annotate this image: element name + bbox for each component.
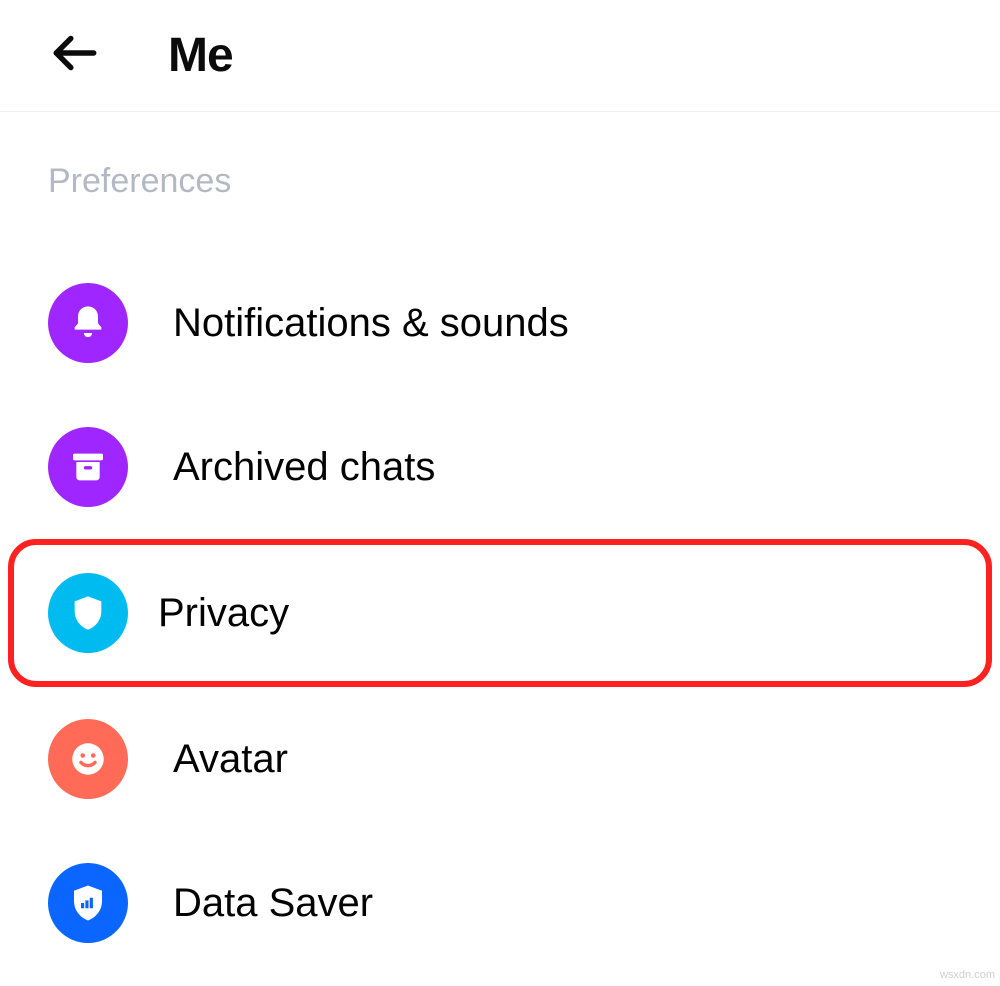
item-label: Privacy: [158, 591, 289, 636]
back-arrow-icon: [50, 28, 100, 83]
preferences-section: Preferences Notifications & sounds Archi…: [0, 112, 1000, 975]
page-title: Me: [168, 28, 233, 83]
shield-icon: [48, 573, 128, 653]
archive-icon: [48, 427, 128, 507]
list-item-notifications[interactable]: Notifications & sounds: [0, 251, 1000, 395]
preferences-list: Notifications & sounds Archived chats Pr…: [0, 251, 1000, 975]
header: Me: [0, 0, 1000, 112]
list-item-data-saver[interactable]: Data Saver: [0, 831, 1000, 975]
avatar-icon: [48, 719, 128, 799]
item-label: Notifications & sounds: [173, 301, 569, 346]
watermark: wsxdn.com: [940, 969, 995, 981]
list-item-avatar[interactable]: Avatar: [0, 687, 1000, 831]
item-label: Data Saver: [173, 881, 373, 926]
data-saver-icon: [48, 863, 128, 943]
section-label: Preferences: [48, 162, 952, 201]
list-item-privacy[interactable]: Privacy: [8, 539, 992, 687]
back-button[interactable]: [50, 28, 100, 83]
bell-icon: [48, 283, 128, 363]
item-label: Avatar: [173, 737, 288, 782]
item-label: Archived chats: [173, 445, 435, 490]
list-item-archived-chats[interactable]: Archived chats: [0, 395, 1000, 539]
